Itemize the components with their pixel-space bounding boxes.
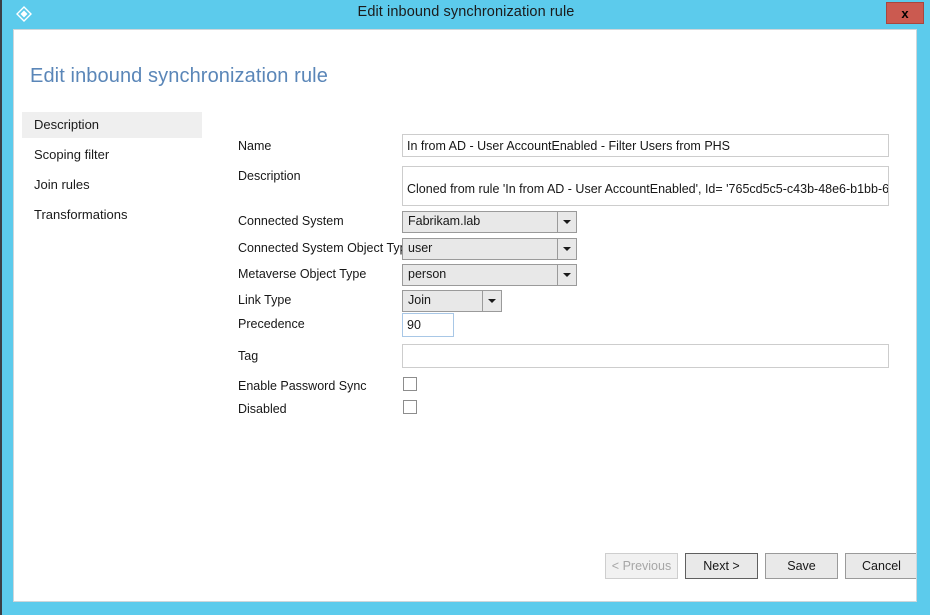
title-bar[interactable]: Edit inbound synchronization rule x <box>2 0 930 28</box>
sidebar-item-join-rules[interactable]: Join rules <box>22 172 202 198</box>
link-type-label: Link Type <box>238 293 292 307</box>
sidebar-item-description[interactable]: Description <box>22 112 202 138</box>
enable-password-sync-checkbox[interactable] <box>403 377 417 391</box>
sidebar-item-scoping-filter[interactable]: Scoping filter <box>22 142 202 168</box>
description-input[interactable]: Cloned from rule 'In from AD - User Acco… <box>402 166 889 206</box>
wizard-nav: Description Scoping filter Join rules Tr… <box>22 112 202 228</box>
disabled-checkbox[interactable] <box>403 400 417 414</box>
precedence-input[interactable] <box>402 313 454 337</box>
close-icon[interactable]: x <box>886 2 924 24</box>
name-label: Name <box>238 139 272 153</box>
dialog-footer: < Previous Next > Save Cancel <box>14 553 916 583</box>
chevron-down-icon[interactable] <box>482 291 501 311</box>
metaverse-object-type-dropdown[interactable]: person <box>402 264 577 286</box>
next-button[interactable]: Next > <box>685 553 758 579</box>
metaverse-object-type-label: Metaverse Object Type <box>238 267 367 281</box>
tag-label: Tag <box>238 349 259 363</box>
window-title: Edit inbound synchronization rule <box>357 4 575 20</box>
name-input[interactable] <box>402 134 889 157</box>
description-label: Description <box>238 169 301 183</box>
link-type-dropdown[interactable]: Join <box>402 290 502 312</box>
save-button[interactable]: Save <box>765 553 838 579</box>
chevron-down-icon[interactable] <box>557 265 576 285</box>
connected-system-label: Connected System <box>238 214 344 228</box>
chevron-down-icon[interactable] <box>557 239 576 259</box>
precedence-label: Precedence <box>238 317 305 331</box>
chevron-down-icon[interactable] <box>557 212 576 232</box>
tag-input[interactable] <box>402 344 889 368</box>
connected-system-value: Fabrikam.lab <box>408 214 481 228</box>
connected-system-dropdown[interactable]: Fabrikam.lab <box>402 211 577 233</box>
page-title: Edit inbound synchronization rule <box>30 65 328 87</box>
enable-password-sync-label: Enable Password Sync <box>238 379 367 393</box>
sidebar-item-transformations[interactable]: Transformations <box>22 202 202 228</box>
connected-system-object-type-value: user <box>408 241 433 255</box>
disabled-label: Disabled <box>238 402 287 416</box>
previous-button[interactable]: < Previous <box>605 553 678 579</box>
connected-system-object-type-dropdown[interactable]: user <box>402 238 577 260</box>
window-left-edge <box>0 0 2 615</box>
link-type-value: Join <box>408 293 431 307</box>
metaverse-object-type-value: person <box>408 267 447 281</box>
dialog-client-area: Edit inbound synchronization rule Descri… <box>13 29 917 602</box>
cancel-button[interactable]: Cancel <box>845 553 916 579</box>
connected-system-object-type-label: Connected System Object Type <box>238 241 414 255</box>
dialog-window: Edit inbound synchronization rule x Edit… <box>0 0 930 615</box>
